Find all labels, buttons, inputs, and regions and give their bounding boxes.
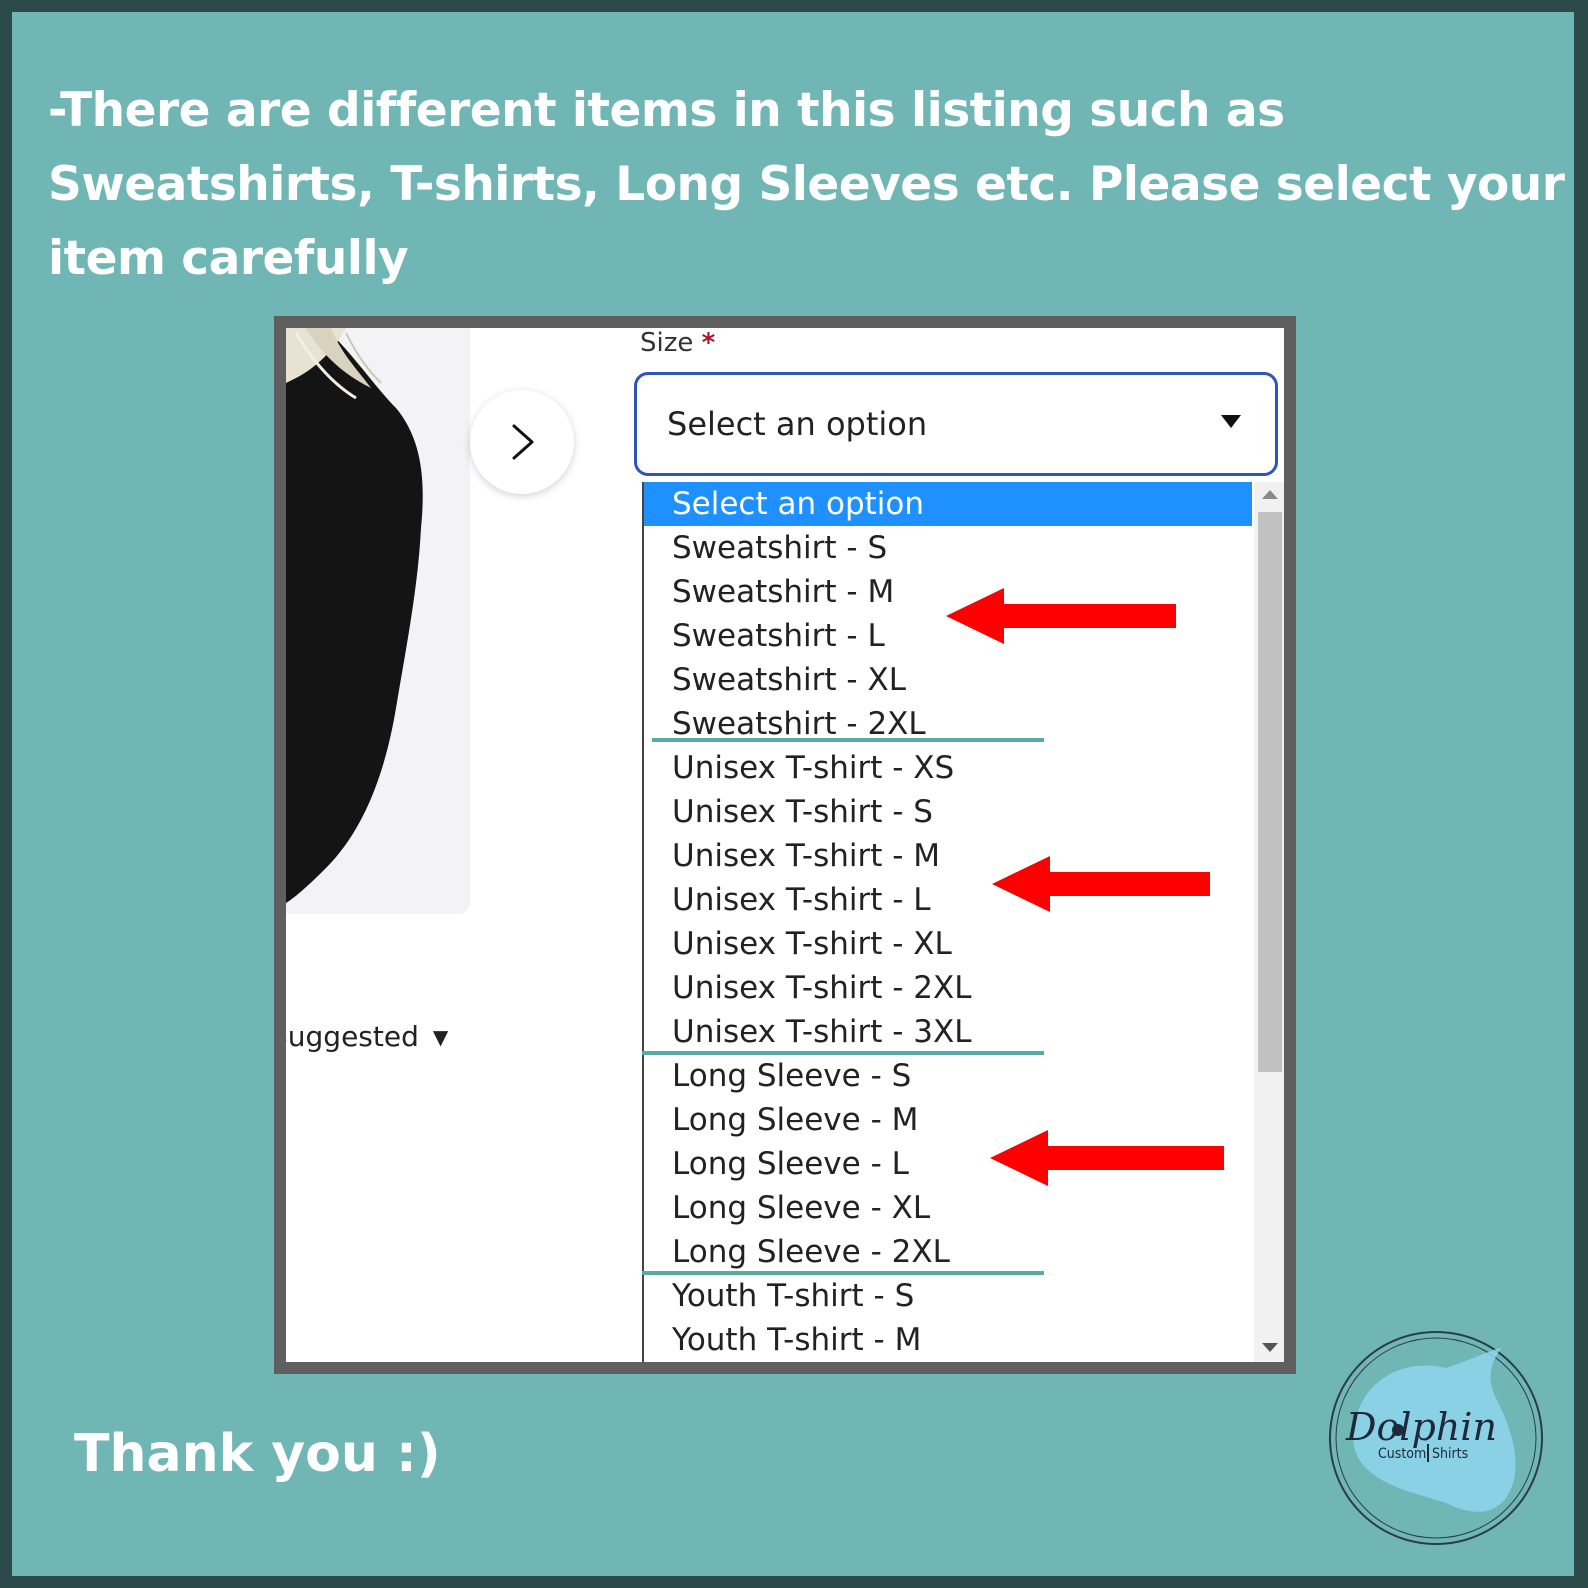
- red-arrow-icon: [946, 588, 1176, 644]
- page-background: -There are different items in this listi…: [12, 12, 1574, 1576]
- sort-dropdown[interactable]: Suggested ▼: [286, 1020, 448, 1053]
- red-arrow-icon: [990, 1130, 1224, 1186]
- size-option[interactable]: Unisex T-shirt - XL: [644, 922, 1252, 966]
- screenshot-frame: Suggested ▼ Size * Select an option Sele…: [274, 316, 1296, 1374]
- select-value: Select an option: [667, 405, 928, 443]
- group-separator-sweatshirt: [652, 738, 1044, 742]
- scrollbar[interactable]: [1254, 482, 1284, 1362]
- size-option[interactable]: Unisex T-shirt - 2XL: [644, 966, 1252, 1010]
- product-page: Suggested ▼ Size * Select an option Sele…: [286, 328, 1284, 1362]
- thank-you-text: Thank you :): [74, 1424, 441, 1484]
- product-photo: [286, 328, 470, 914]
- size-option[interactable]: Long Sleeve - XL: [644, 1186, 1252, 1230]
- next-image-button[interactable]: [470, 390, 574, 494]
- size-option[interactable]: Unisex T-shirt - XS: [644, 746, 1252, 790]
- scroll-down-icon[interactable]: [1262, 1343, 1278, 1352]
- size-option[interactable]: Youth T-shirt - S: [644, 1274, 1252, 1318]
- svg-text:Custom: Custom: [1378, 1446, 1426, 1462]
- caret-down-icon: [1221, 415, 1241, 428]
- scrollbar-thumb[interactable]: [1258, 512, 1282, 1072]
- size-option[interactable]: Long Sleeve - S: [644, 1054, 1252, 1098]
- instruction-headline: -There are different items in this listi…: [48, 83, 1565, 286]
- svg-text:Dolphin: Dolphin: [1345, 1405, 1497, 1449]
- size-label-text: Size: [640, 328, 694, 358]
- chevron-right-icon: [512, 424, 534, 460]
- caret-down-icon: ▼: [432, 1024, 449, 1049]
- size-option[interactable]: Unisex T-shirt - 3XL: [644, 1010, 1252, 1054]
- size-select[interactable]: Select an option: [634, 372, 1278, 476]
- group-separator-long-sleeve: [642, 1271, 1044, 1275]
- red-arrow-icon: [992, 856, 1210, 912]
- dolphin-logo: Dolphin Custom Shirts: [1326, 1328, 1546, 1548]
- size-option[interactable]: Youth T-shirt - M: [644, 1318, 1252, 1362]
- size-field-label: Size *: [640, 328, 715, 358]
- size-option[interactable]: Sweatshirt - XL: [644, 658, 1252, 702]
- scroll-up-icon[interactable]: [1262, 490, 1278, 499]
- size-option[interactable]: Sweatshirt - S: [644, 526, 1252, 570]
- size-option[interactable]: Long Sleeve - 2XL: [644, 1230, 1252, 1274]
- hoodie-image: [286, 328, 470, 914]
- size-option[interactable]: Unisex T-shirt - S: [644, 790, 1252, 834]
- size-option[interactable]: Select an option: [644, 482, 1252, 526]
- required-asterisk: *: [701, 328, 716, 358]
- sort-label: Suggested: [286, 1020, 419, 1053]
- group-separator-unisex: [642, 1051, 1044, 1055]
- svg-text:Shirts: Shirts: [1432, 1446, 1468, 1462]
